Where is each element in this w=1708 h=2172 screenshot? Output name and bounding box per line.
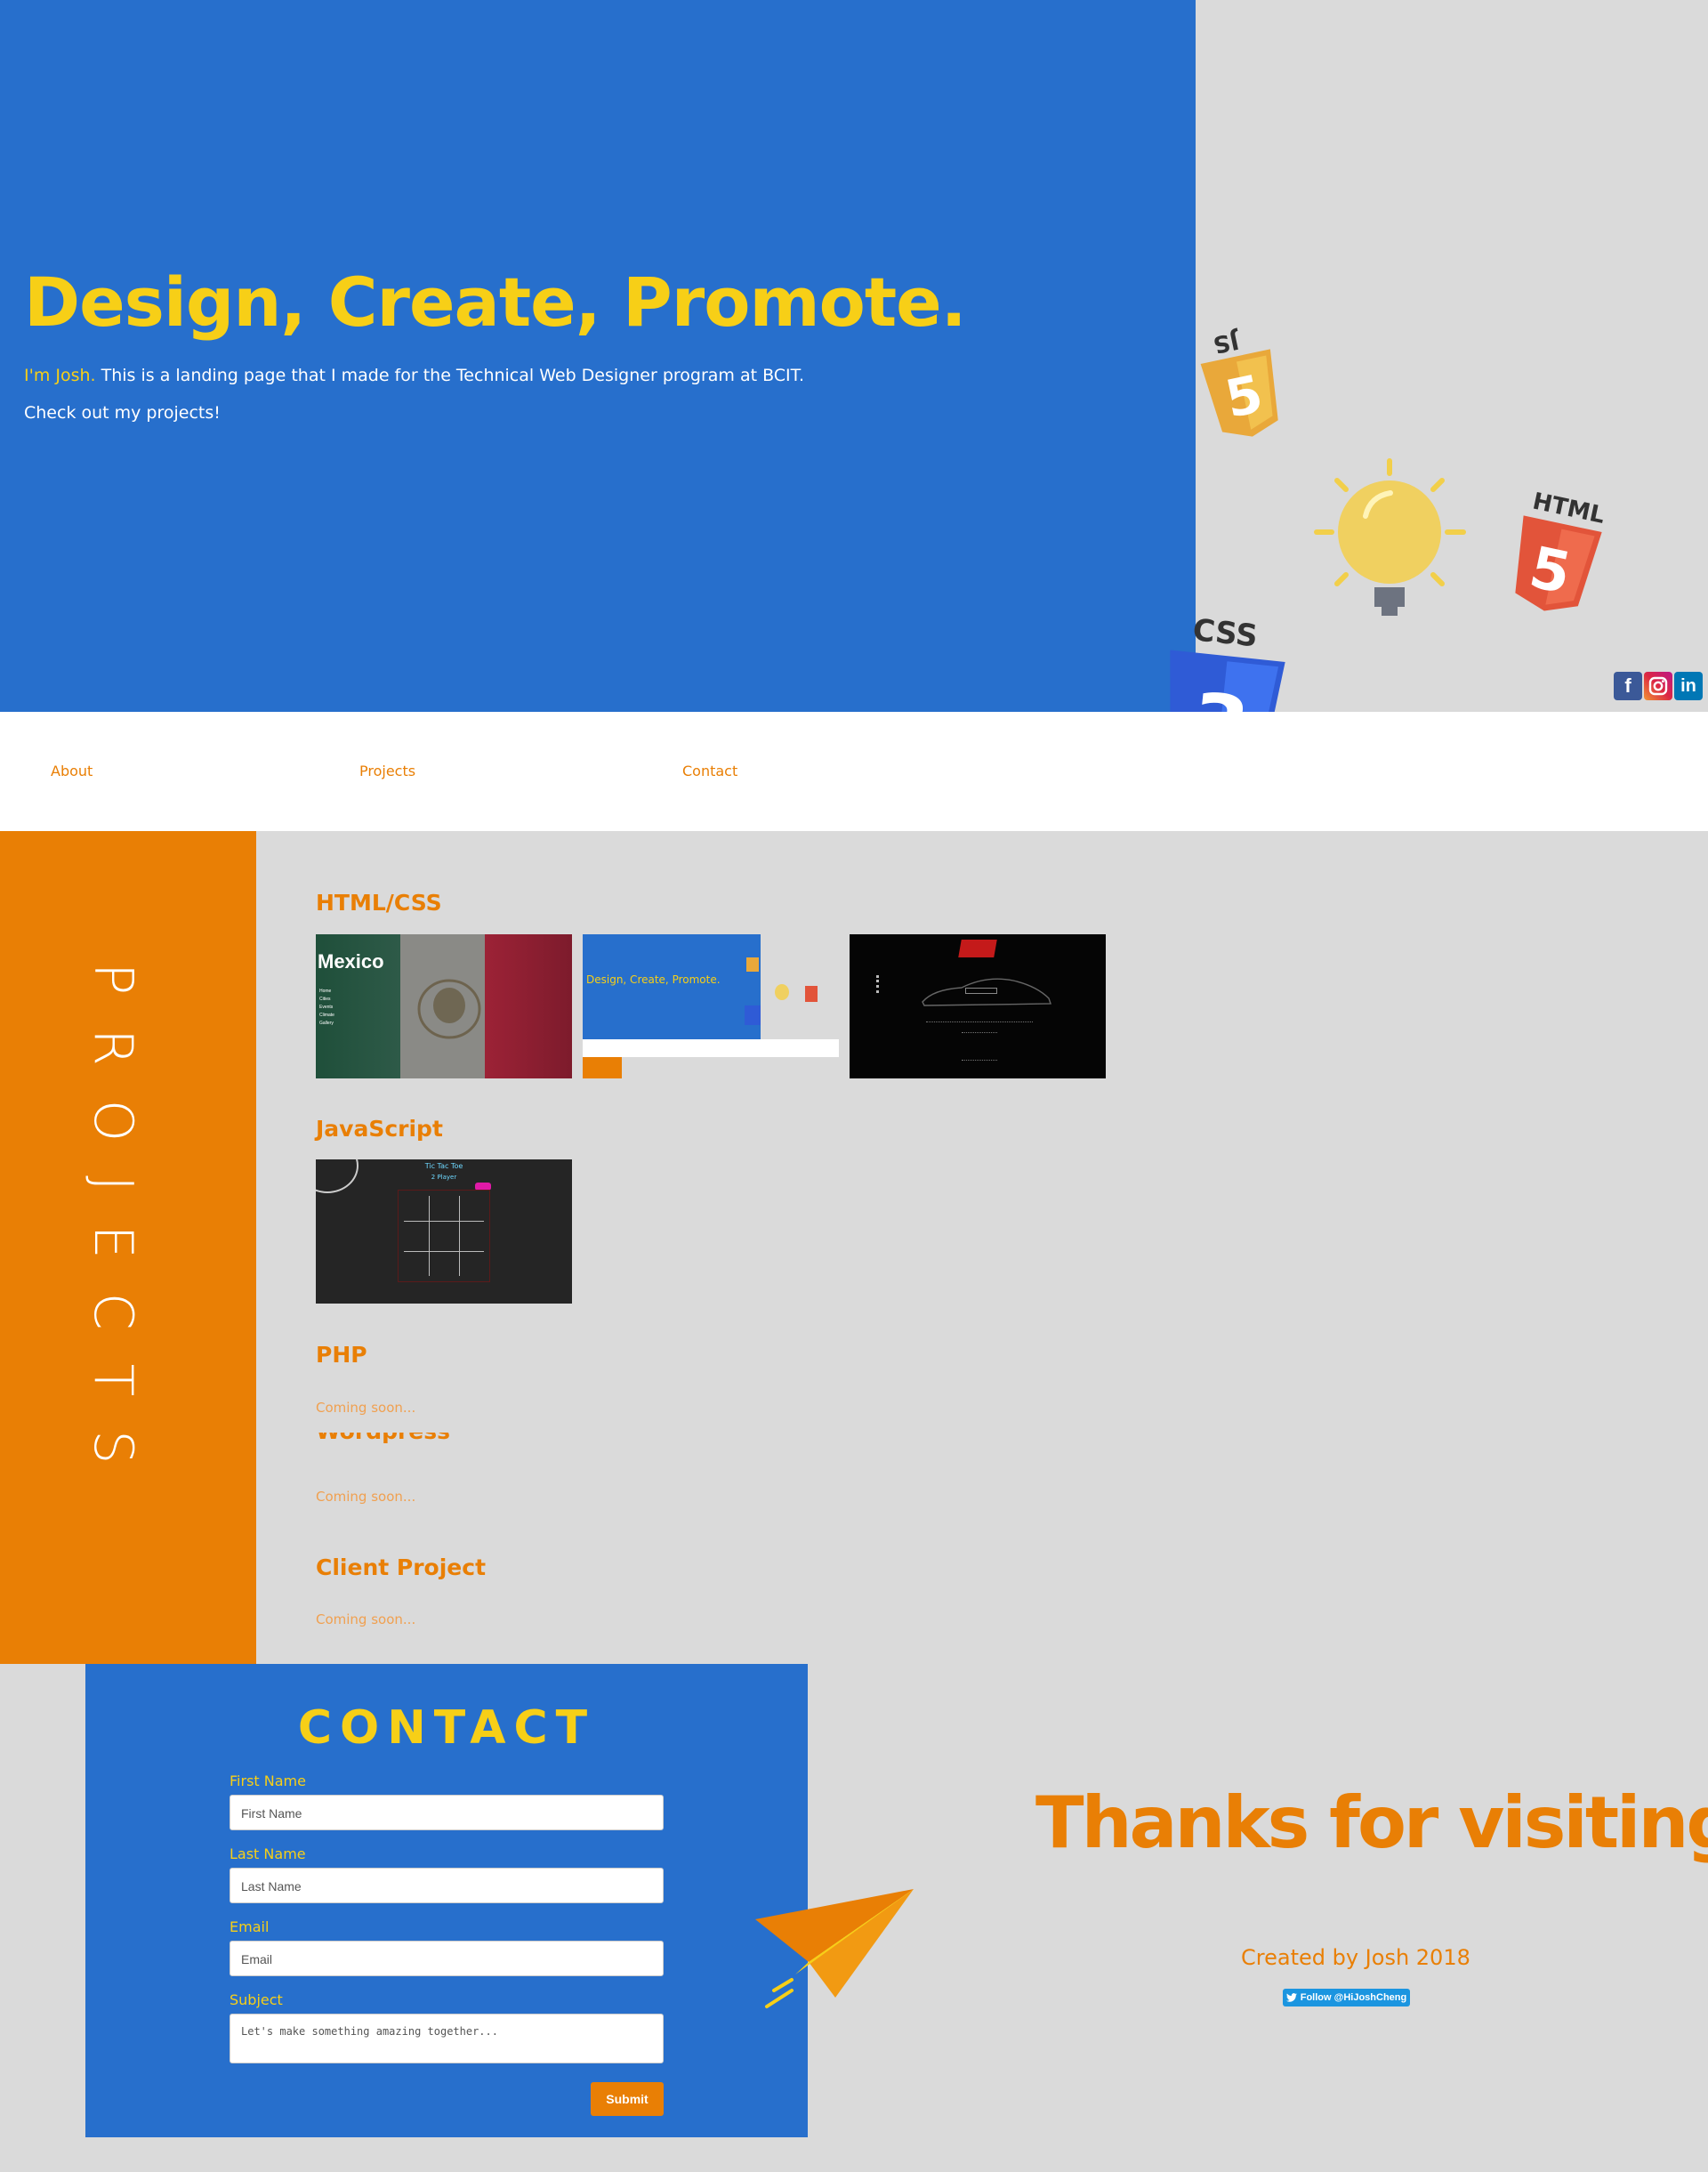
thumb-landing-title: Design, Create, Promote. xyxy=(586,973,721,986)
mexico-menu-item: Events xyxy=(319,1005,334,1010)
category-client: Client Project xyxy=(316,1554,487,1580)
thumb-bulb xyxy=(775,984,789,1000)
last-name-label: Last Name xyxy=(230,1845,306,1862)
category-htmlcss: HTML/CSS xyxy=(316,890,442,916)
js-badge-icon: JS 5 xyxy=(1200,327,1278,437)
intro-name: I'm Josh. xyxy=(24,366,96,385)
created-by-text: Created by Josh 2018 xyxy=(1241,1945,1470,1970)
email-label: Email xyxy=(230,1918,270,1935)
submit-button[interactable]: Submit xyxy=(591,2082,664,2116)
auto-nav-line xyxy=(926,1021,1033,1025)
mexico-menu-item: Cities xyxy=(319,997,331,1002)
contact-title: CONTACT xyxy=(297,1701,596,1755)
php-coming-soon: Coming soon... xyxy=(316,1400,416,1416)
main-nav: About Projects Contact xyxy=(0,712,1708,831)
category-php: PHP xyxy=(316,1342,367,1368)
auto-logo xyxy=(958,940,997,957)
wordpress-heading-clip: Wordpress xyxy=(316,1433,672,1449)
paper-plane-icon xyxy=(755,1889,914,2008)
nav-contact[interactable]: Contact xyxy=(682,763,737,779)
lightbulb-icon xyxy=(1314,458,1466,616)
projects-vertical-title-wrap: PROJECTS xyxy=(82,963,144,1498)
projects-vertical-title: PROJECTS xyxy=(82,963,144,1498)
auto-dots xyxy=(876,975,879,993)
thumb-landing-side xyxy=(583,1057,622,1078)
category-wordpress: Wordpress xyxy=(316,1433,450,1444)
svg-text:CSS: CSS xyxy=(1191,612,1260,654)
project-thumb-tictactoe[interactable]: Tic Tac Toe 2 Player xyxy=(316,1159,572,1304)
subject-field[interactable]: Let's make something amazing together... xyxy=(230,2014,664,2063)
ttt-board xyxy=(398,1190,490,1282)
wordpress-coming-soon: Coming soon... xyxy=(316,1489,416,1505)
mexico-menu-item: Gallery xyxy=(319,1021,334,1026)
follow-label: Follow @HiJoshCheng xyxy=(1300,1992,1407,2003)
thanks-heading: Thanks for visiting.. xyxy=(1035,1781,1708,1864)
ttt-subtitle: 2 Player xyxy=(431,1174,457,1181)
project-thumb-auto[interactable] xyxy=(850,934,1106,1078)
project-thumb-landing[interactable]: Design, Create, Promote. xyxy=(583,934,839,1078)
eagle-emblem-icon xyxy=(417,979,481,1039)
auto-cta xyxy=(965,988,997,994)
thumb-html-badge xyxy=(805,986,818,1002)
hero-title: Design, Create, Promote. xyxy=(24,262,967,342)
linkedin-icon[interactable]: in xyxy=(1674,672,1703,700)
email-field[interactable]: Email xyxy=(230,1941,664,1976)
html5-badge-icon: HTML 5 xyxy=(1515,488,1607,611)
first-name-label: First Name xyxy=(230,1772,306,1789)
project-thumb-mexico[interactable]: Mexico Home Cities Events Climate Galler… xyxy=(316,934,572,1078)
thumb-landing-hero xyxy=(583,934,761,1039)
mexico-thumb-menu: Home Cities Events Climate Gallery xyxy=(319,988,334,1028)
first-name-field[interactable]: First Name xyxy=(230,1795,664,1830)
mexico-menu-item: Home xyxy=(319,989,332,994)
thumb-landing-nav xyxy=(583,1039,839,1057)
nav-projects[interactable]: Projects xyxy=(359,763,415,779)
auto-info xyxy=(962,1032,997,1061)
hero-cta: Check out my projects! xyxy=(24,403,221,423)
contact-form-panel: CONTACT First Name First Name Last Name … xyxy=(85,1664,808,2137)
twitter-follow-button[interactable]: Follow @HiJoshCheng xyxy=(1283,1989,1410,2006)
mexico-thumb-title: Mexico xyxy=(318,950,384,973)
svg-text:JS: JS xyxy=(1211,327,1243,359)
hero-section xyxy=(0,0,1196,712)
thumb-js-badge xyxy=(746,957,759,972)
nav-about[interactable]: About xyxy=(51,763,93,779)
category-javascript: JavaScript xyxy=(316,1116,443,1142)
client-coming-soon: Coming soon... xyxy=(316,1611,416,1627)
facebook-icon[interactable]: f xyxy=(1614,672,1642,700)
ttt-title: Tic Tac Toe xyxy=(424,1162,463,1170)
mexico-menu-item: Climate xyxy=(319,1013,334,1018)
instagram-icon[interactable] xyxy=(1644,672,1672,700)
subject-label: Subject xyxy=(230,1991,283,2008)
hero-intro: I'm Josh. This is a landing page that I … xyxy=(24,366,804,385)
thumb-css-badge xyxy=(745,1005,761,1025)
intro-text: This is a landing page that I made for t… xyxy=(95,366,805,385)
twitter-icon xyxy=(1285,1993,1297,2002)
last-name-field[interactable]: Last Name xyxy=(230,1868,664,1903)
